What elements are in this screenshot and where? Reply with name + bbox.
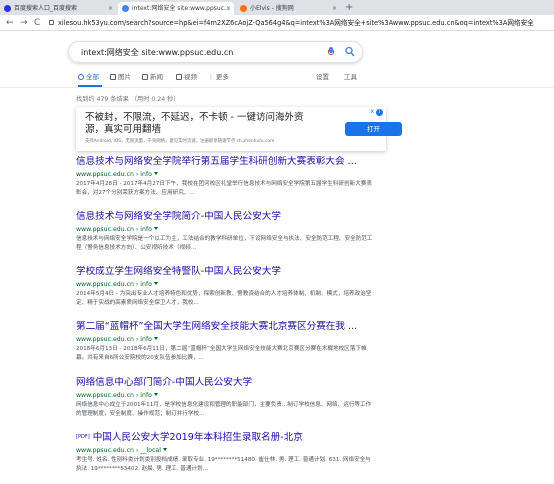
pdf-tag: [PDF] xyxy=(76,434,90,440)
close-tab-icon[interactable]: × xyxy=(332,2,337,15)
ad-info-icon[interactable]: i xyxy=(376,109,383,116)
tab-label: 更多 xyxy=(215,73,229,81)
result-url-text: www.ppsuc.edu.cn › info xyxy=(76,226,152,233)
result-url[interactable]: www.ppsuc.edu.cn › info xyxy=(76,335,376,344)
result-url-text: www.ppsuc.edu.cn › info xyxy=(76,171,152,178)
browser-tab[interactable]: 小Elvis - 搜狗网 × xyxy=(236,2,340,15)
baidu-favicon-icon xyxy=(4,5,11,12)
tab-images[interactable]: 图片 xyxy=(110,72,131,82)
result-snippet: 2014年5月4日 - 为突出专业人才培养特色和优势，探索创新教、警教资结合的人… xyxy=(76,291,372,306)
tab-settings[interactable]: 设置 xyxy=(316,72,329,82)
result-title-link[interactable]: 信息技术与网络安全学院举行第五届学生科研创新大赛表彰大会 ... xyxy=(76,156,376,168)
browser-tab-label: 百度搜索人口_百度搜索 xyxy=(14,5,78,12)
search-icon xyxy=(78,74,84,80)
browser-toolbar: ← → C xilesou.hk53yu.com/search?source=h… xyxy=(0,15,554,31)
tab-label: 视频 xyxy=(184,73,197,81)
ad-close-icon[interactable]: x xyxy=(370,108,374,116)
tab-all[interactable]: 全部 xyxy=(78,72,99,82)
google-favicon-icon xyxy=(122,5,129,12)
search-input[interactable]: intext:网络安全 site:www.ppsuc.edu.cn xyxy=(81,47,233,58)
lock-icon xyxy=(49,20,54,25)
result-snippet: 2017年4月28日 - 2017年4月27日下午，我校在团河校区礼堂举行信息技… xyxy=(76,181,372,196)
image-icon xyxy=(110,74,116,80)
ad-card[interactable]: 不被封，不限流，不延迟，不卡顿 - 一键访问海外资 源，真实可用翻墙 支持And… xyxy=(76,107,402,151)
browser-tab-label: intext:网络安全 site:www.ppsuc... xyxy=(132,5,230,12)
browser-tab[interactable]: 百度搜索人口_百度搜索 × xyxy=(0,2,116,15)
ad-open-button[interactable]: 打开 xyxy=(345,122,402,136)
dropdown-caret-icon[interactable] xyxy=(153,172,158,175)
result-title-link[interactable]: 学校成立学生网络安全特警队-中国人民公安大学 xyxy=(76,266,376,278)
result-url[interactable]: www.ppsuc.edu.cn › info xyxy=(76,280,376,289)
result-url[interactable]: www.ppsuc.edu.cn › info xyxy=(76,391,376,400)
result-snippet: 网络信息中心成立于2001年11月，是学校信息化建设和管理的职能部门，主要负责.… xyxy=(76,402,372,417)
search-box[interactable]: intext:网络安全 site:www.ppsuc.edu.cn xyxy=(68,41,363,63)
reload-icon[interactable]: C xyxy=(34,16,40,30)
result-title-link[interactable]: 网络信息中心部门简介-中国人民公安大学 xyxy=(76,377,376,389)
microphone-icon[interactable] xyxy=(328,47,334,57)
result-url[interactable]: www.ppsuc.edu.cn › __local xyxy=(76,446,376,455)
dropdown-caret-icon[interactable] xyxy=(153,337,158,340)
result-url-text: www.ppsuc.edu.cn › __local xyxy=(76,447,161,454)
browser-tab-label: 小Elvis - 搜狗网 xyxy=(250,5,294,12)
browser-tab-active[interactable]: intext:网络安全 site:www.ppsuc... × xyxy=(118,2,234,15)
tab-label: 全部 xyxy=(86,73,99,81)
tab-more[interactable]: ⋮ 更多 xyxy=(208,72,229,83)
tab-label: 图片 xyxy=(118,73,131,81)
search-result: [PDF] 中国人民公安大学2019年本科招生录取名册-北京 www.ppsuc… xyxy=(76,431,376,474)
back-arrow-icon[interactable]: ← xyxy=(6,16,14,30)
sogou-favicon-icon xyxy=(240,5,247,12)
dropdown-caret-icon[interactable] xyxy=(153,282,158,285)
result-snippet: 信息技术与网络安全学院是一个以工为主，工法结合的教学科研单位，下设网络安全与执法… xyxy=(76,236,373,251)
result-title-link[interactable]: [PDF] 中国人民公安大学2019年本科招生录取名册-北京 xyxy=(76,431,376,444)
forward-arrow-icon[interactable]: → xyxy=(20,16,28,30)
close-tab-icon[interactable]: × xyxy=(226,2,231,15)
ad-headline-2[interactable]: 源，真实可用翻墙 xyxy=(85,124,161,136)
ad-subtext: 支持Android, IOS，无限流量，千兆网络，意见实时流速，注册即享随速节点… xyxy=(85,139,275,144)
new-tab-button[interactable]: + xyxy=(345,1,353,14)
result-snippet: 考生号. 姓名. 性别科类计划类别投档成绩. 录取专业. 19********5… xyxy=(76,457,371,472)
result-stats: 找到约 479 条结果 （用时 0.24 秒） xyxy=(76,96,180,103)
news-icon xyxy=(142,74,148,80)
search-result: 学校成立学生网络安全特警队-中国人民公安大学 www.ppsuc.edu.cn … xyxy=(76,266,376,308)
result-title-link[interactable]: 第二届“蓝帽杯”全国大学生网络安全技能大赛北京赛区分赛在我 ... xyxy=(76,321,376,333)
search-tabs: 全部 图片 新闻 视频 ⋮ 更多 设置 工具 xyxy=(0,68,554,88)
dropdown-caret-icon[interactable] xyxy=(153,227,158,230)
more-vert-icon: ⋮ xyxy=(208,74,216,81)
search-result: 信息技术与网络安全学院简介-中国人民公安大学 www.ppsuc.edu.cn … xyxy=(76,211,376,253)
result-url-text: www.ppsuc.edu.cn › info xyxy=(76,281,152,288)
result-title-text: 中国人民公安大学2019年本科招生录取名册-北京 xyxy=(92,432,303,443)
tab-videos[interactable]: 视频 xyxy=(176,72,197,82)
close-tab-icon[interactable]: × xyxy=(108,2,113,15)
result-url[interactable]: www.ppsuc.edu.cn › info xyxy=(76,225,376,234)
result-title-link[interactable]: 信息技术与网络安全学院简介-中国人民公安大学 xyxy=(76,211,376,223)
result-url-text: www.ppsuc.edu.cn › info xyxy=(76,336,152,343)
tab-tools[interactable]: 工具 xyxy=(344,72,357,82)
browser-tab-strip: 百度搜索人口_百度搜索 × intext:网络安全 site:www.ppsuc… xyxy=(0,0,554,15)
video-icon xyxy=(176,74,182,80)
result-snippet: 2018年6月13日 - 2018年6月11日，第二届“蓝帽杯”全国大学生网络安… xyxy=(76,346,367,361)
search-result: 信息技术与网络安全学院举行第五届学生科研创新大赛表彰大会 ... www.pps… xyxy=(76,156,376,198)
dropdown-caret-icon[interactable] xyxy=(153,393,158,396)
tab-label: 新闻 xyxy=(150,73,163,81)
active-tab-indicator xyxy=(78,85,102,87)
search-icon[interactable] xyxy=(345,46,355,58)
tab-news[interactable]: 新闻 xyxy=(142,72,163,82)
address-bar-url[interactable]: xilesou.hk53yu.com/search?source=hp&ei=f… xyxy=(58,18,534,28)
ad-headline[interactable]: 不被封，不限流，不延迟，不卡顿 - 一键访问海外资 xyxy=(85,112,303,124)
dropdown-caret-icon[interactable] xyxy=(162,448,167,451)
result-url[interactable]: www.ppsuc.edu.cn › info xyxy=(76,170,376,179)
result-url-text: www.ppsuc.edu.cn › info xyxy=(76,392,152,399)
search-result: 第二届“蓝帽杯”全国大学生网络安全技能大赛北京赛区分赛在我 ... www.pp… xyxy=(76,321,376,363)
search-result: 网络信息中心部门简介-中国人民公安大学 www.ppsuc.edu.cn › i… xyxy=(76,377,376,419)
